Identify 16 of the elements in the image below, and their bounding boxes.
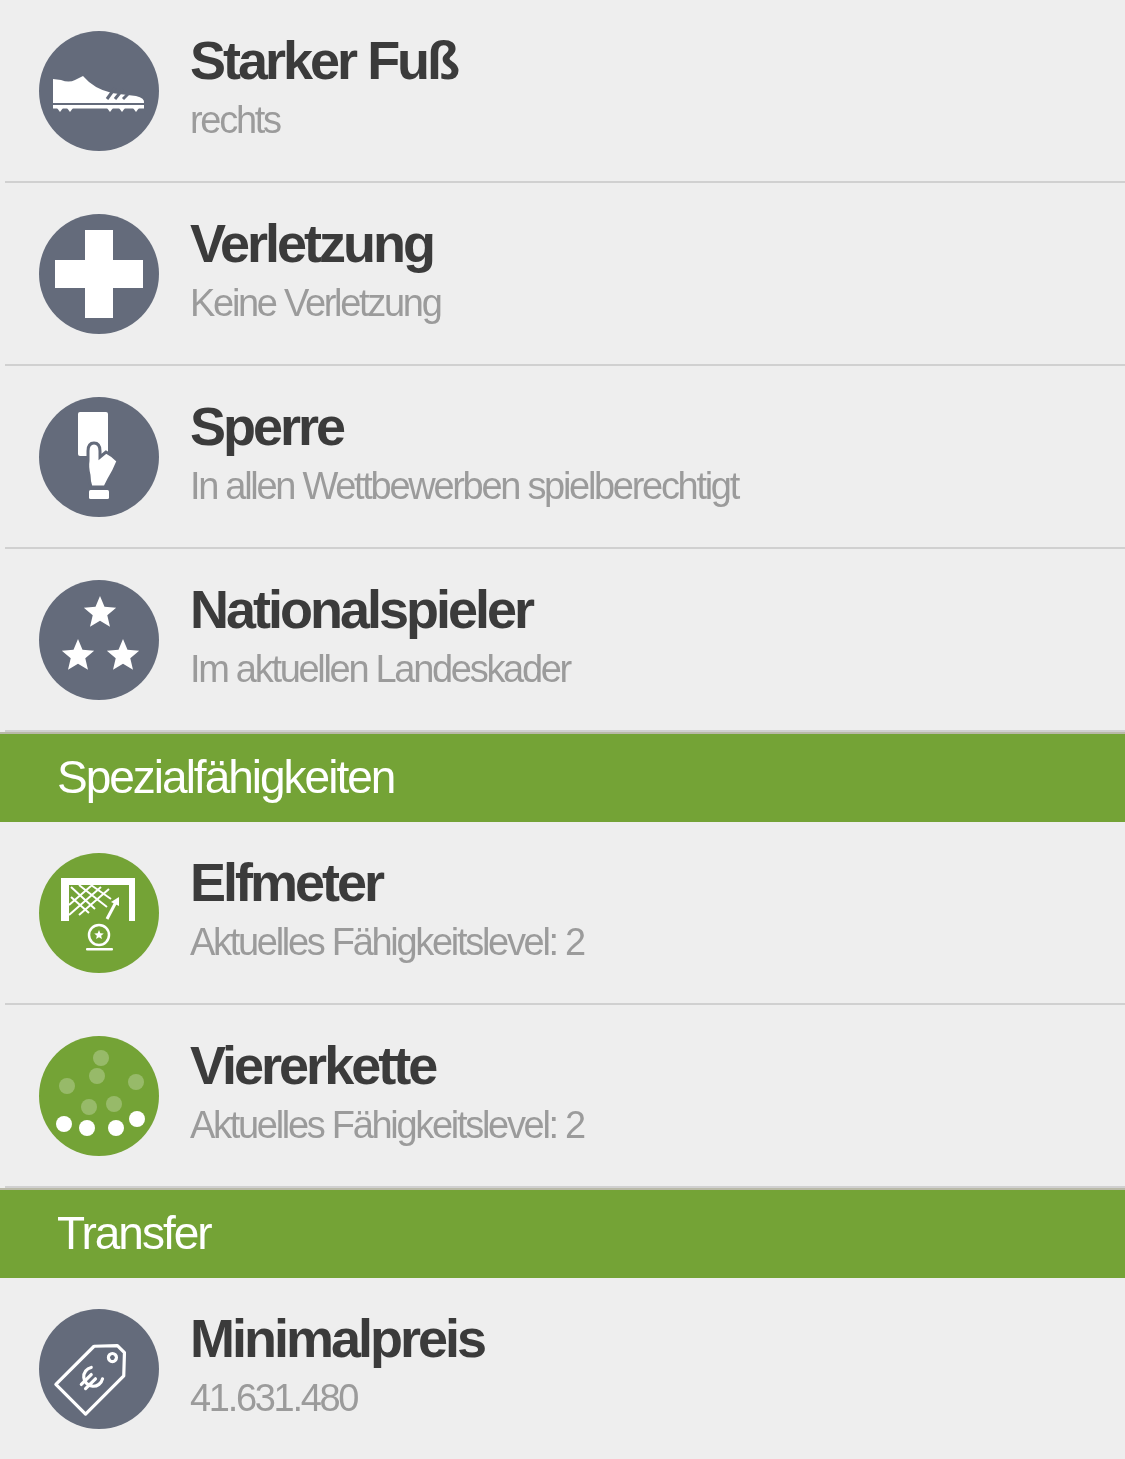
item-subtitle: Keine Verletzung	[190, 281, 441, 326]
item-subtitle: rechts	[190, 98, 280, 143]
item-subtitle: In allen Wettbewerben spielberechtigt	[190, 464, 738, 509]
item-title: Starker Fuß	[190, 31, 458, 89]
section-header: Transfer	[0, 1188, 1125, 1278]
item-title: Sperre	[190, 397, 344, 455]
item-subtitle: Im aktuellen Landeskader	[190, 647, 570, 692]
item-subtitle: Aktuelles Fähigkeitslevel: 2	[190, 920, 584, 965]
item-title: Minimalpreis	[190, 1309, 485, 1367]
section-header: Spezialfähigkeiten	[0, 732, 1125, 822]
item-title: Nationalspieler	[190, 580, 533, 638]
item-title: Verletzung	[190, 214, 434, 272]
item-subtitle: Aktuelles Fähigkeitslevel: 2	[190, 1103, 584, 1148]
item-title: Viererkette	[190, 1036, 436, 1094]
item-title: Elfmeter	[190, 853, 383, 911]
item-subtitle: 41.631.480	[190, 1376, 358, 1421]
